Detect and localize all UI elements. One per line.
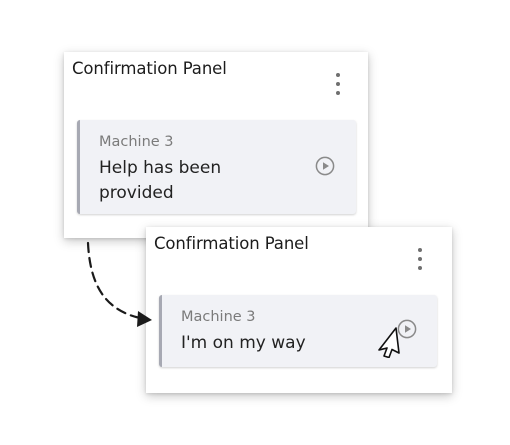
mouse-pointer-icon (378, 327, 400, 358)
dashed-curved-arrow-icon (86, 241, 152, 327)
